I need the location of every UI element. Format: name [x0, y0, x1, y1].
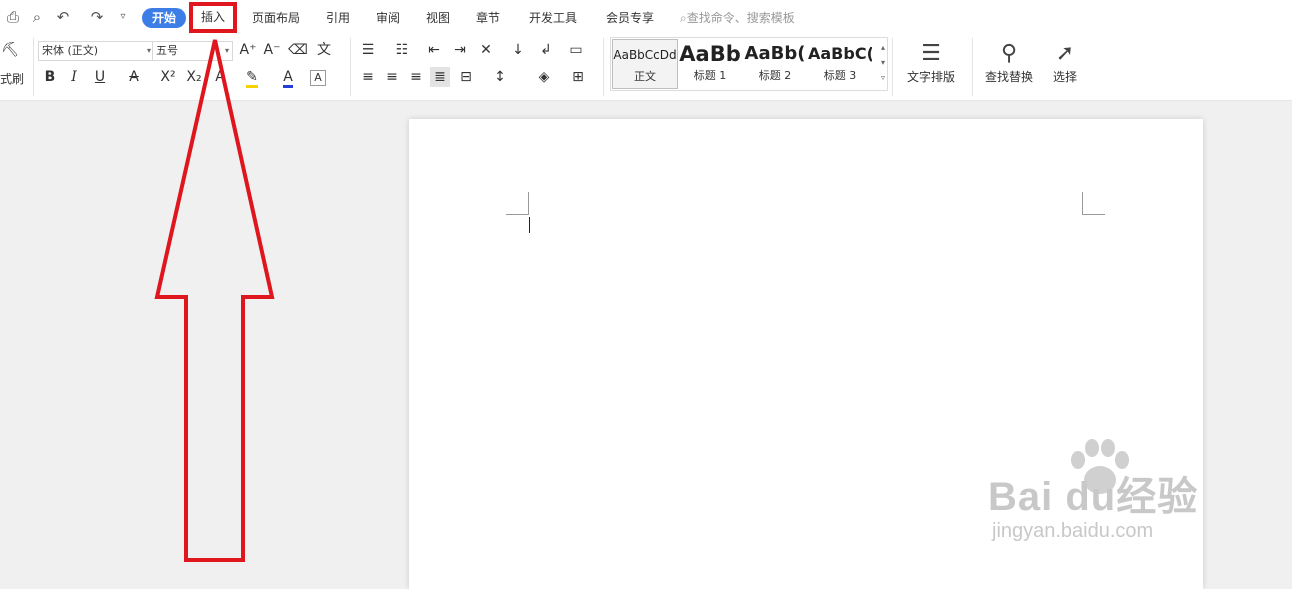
print-icon[interactable]: ⎙: [4, 8, 22, 26]
chinese-layout-icon[interactable]: ✕: [476, 40, 496, 60]
search-placeholder: 查找命令、搜索模板: [686, 11, 795, 25]
align-right-icon[interactable]: ≡: [406, 67, 426, 87]
borders-icon[interactable]: ⊞: [568, 67, 588, 87]
select-label: 选择: [1052, 70, 1077, 84]
tab-insert[interactable]: 插入: [188, 2, 238, 33]
style-name: 标题 1: [693, 69, 727, 82]
select-button[interactable]: ➚ 选择: [1046, 40, 1084, 85]
style-name: 标题 2: [758, 69, 792, 82]
customize-icon[interactable]: ▿: [114, 8, 132, 26]
align-left-icon[interactable]: ≡: [358, 67, 378, 87]
gallery-scroll[interactable]: ▴ ▾ ▿: [881, 40, 885, 85]
strikethrough-icon[interactable]: A: [124, 67, 144, 87]
style-name: 正文: [634, 70, 656, 83]
phonetic-guide-icon[interactable]: 文: [314, 40, 334, 60]
menu-bar: ⎙ ⌕ ↶ ↷ ▿ 开始 插入 页面布局 引用 审阅 视图 章节 开发工具 会员…: [0, 0, 1292, 34]
tab-view[interactable]: 视图: [426, 9, 450, 27]
style-preview: AaBb(: [744, 43, 806, 64]
decrease-indent-icon[interactable]: ⇤: [424, 40, 444, 60]
tab-reference[interactable]: 引用: [326, 9, 350, 27]
style-name: 标题 3: [823, 69, 857, 82]
style-heading-3[interactable]: AaBbC( 标题 3: [808, 39, 872, 87]
style-preview: AaBb: [679, 42, 741, 66]
line-spacing-icon[interactable]: ↕: [490, 67, 510, 87]
ruler-icon[interactable]: ▭: [566, 40, 586, 60]
distributed-icon[interactable]: ⊟: [456, 67, 476, 87]
undo-icon[interactable]: ↶: [54, 8, 72, 26]
divider: [972, 38, 973, 96]
print-preview-icon[interactable]: ⌕: [28, 8, 46, 26]
tab-member[interactable]: 会员专享: [606, 9, 654, 27]
format-painter-label[interactable]: 式刷: [0, 70, 24, 87]
justify-icon[interactable]: ≣: [430, 67, 450, 87]
tab-page-layout[interactable]: 页面布局: [252, 9, 300, 27]
tab-review[interactable]: 审阅: [376, 9, 400, 27]
style-heading-1[interactable]: AaBb 标题 1: [678, 39, 742, 87]
text-layout-icon: ☰: [921, 41, 941, 66]
margin-corner-mark: [506, 192, 529, 215]
underline-icon[interactable]: U: [90, 67, 110, 87]
bullet-list-icon[interactable]: ☰: [358, 40, 378, 60]
show-marks-icon[interactable]: ↲: [536, 40, 556, 60]
style-heading-2[interactable]: AaBb( 标题 2: [743, 39, 807, 87]
margin-corner-mark: [1082, 192, 1105, 215]
find-replace-button[interactable]: ⚲ 查找替换: [978, 40, 1040, 85]
text-cursor: [529, 217, 530, 233]
cursor-arrow-icon: ➚: [1055, 41, 1075, 66]
tab-section[interactable]: 章节: [476, 9, 500, 27]
italic-icon[interactable]: I: [64, 67, 84, 87]
divider: [33, 38, 34, 96]
bold-icon[interactable]: B: [40, 67, 60, 87]
annotation-arrow: [154, 39, 275, 562]
text-layout-button[interactable]: ☰ 文字排版: [900, 40, 962, 85]
search-icon: ⌕: [680, 11, 687, 25]
align-center-icon[interactable]: ≡: [382, 67, 402, 87]
style-preview: AaBbCcDd: [613, 48, 677, 62]
baidu-watermark: Bai du经验 jingyan.baidu.com: [988, 436, 1238, 556]
find-replace-label: 查找替换: [984, 70, 1033, 84]
format-painter-icon[interactable]: ⛏: [0, 40, 20, 60]
style-preview: AaBbC(: [808, 44, 872, 63]
increase-indent-icon[interactable]: ⇥: [450, 40, 470, 60]
numbered-list-icon[interactable]: ☷: [392, 40, 412, 60]
clear-format-icon[interactable]: ⌫: [288, 40, 308, 60]
style-gallery[interactable]: AaBbCcDd 正文 AaBb 标题 1 AaBb( 标题 2 AaBbC( 标题 3…: [610, 37, 888, 91]
command-search[interactable]: ⌕查找命令、搜索模板: [680, 9, 795, 26]
watermark-url: jingyan.baidu.com: [992, 520, 1154, 542]
watermark-logo-text: Bai du经验: [988, 475, 1199, 519]
font-color-icon[interactable]: A: [278, 67, 298, 88]
redo-icon[interactable]: ↷: [88, 8, 106, 26]
divider: [892, 38, 893, 96]
shading-icon[interactable]: ◈: [534, 67, 554, 87]
text-layout-label: 文字排版: [906, 70, 955, 84]
divider: [603, 38, 604, 96]
divider: [350, 38, 351, 96]
font-name-select[interactable]: 宋体 (正文) ▾: [38, 41, 155, 61]
char-border-icon[interactable]: A: [310, 70, 326, 86]
magnifier-icon: ⚲: [1000, 41, 1018, 66]
style-normal[interactable]: AaBbCcDd 正文: [612, 39, 678, 89]
font-name-value: 宋体 (正文): [42, 44, 99, 57]
tab-home[interactable]: 开始: [142, 8, 187, 28]
tab-devtools[interactable]: 开发工具: [529, 9, 577, 27]
sort-icon[interactable]: ↓: [508, 40, 528, 60]
